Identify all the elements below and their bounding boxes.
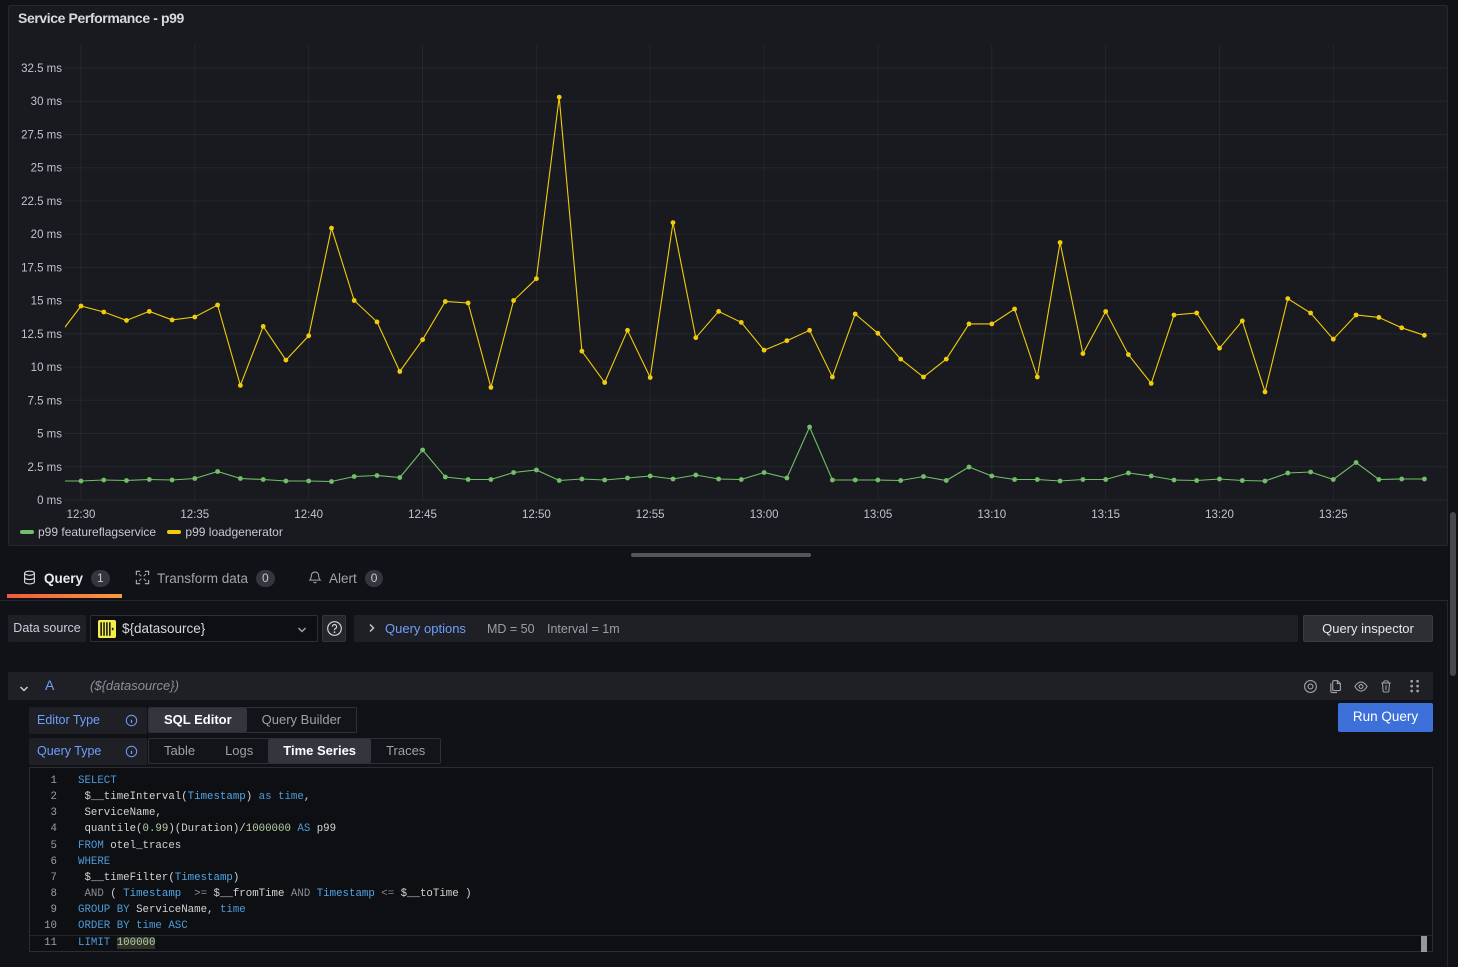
svg-text:12:40: 12:40 — [294, 509, 323, 521]
svg-text:25 ms: 25 ms — [31, 163, 63, 175]
svg-text:20 ms: 20 ms — [31, 229, 63, 241]
svg-text:30 ms: 30 ms — [31, 96, 63, 108]
svg-text:2.5 ms: 2.5 ms — [27, 462, 62, 474]
svg-text:17.5 ms: 17.5 ms — [21, 262, 62, 274]
svg-text:12:45: 12:45 — [408, 509, 437, 521]
svg-text:0 ms: 0 ms — [37, 495, 62, 507]
svg-text:5 ms: 5 ms — [37, 429, 62, 441]
svg-text:13:25: 13:25 — [1319, 509, 1348, 521]
svg-text:7.5 ms: 7.5 ms — [27, 395, 62, 407]
svg-text:13:05: 13:05 — [864, 509, 893, 521]
svg-text:10 ms: 10 ms — [31, 362, 63, 374]
svg-text:12:30: 12:30 — [67, 509, 96, 521]
svg-text:13:15: 13:15 — [1091, 509, 1120, 521]
svg-text:13:20: 13:20 — [1205, 509, 1234, 521]
svg-text:32.5 ms: 32.5 ms — [21, 63, 62, 75]
svg-text:27.5 ms: 27.5 ms — [21, 130, 62, 142]
svg-text:22.5 ms: 22.5 ms — [21, 196, 62, 208]
svg-text:12:55: 12:55 — [636, 509, 665, 521]
svg-text:13:00: 13:00 — [750, 509, 779, 521]
svg-text:12:50: 12:50 — [522, 509, 551, 521]
svg-text:12:35: 12:35 — [180, 509, 209, 521]
svg-text:12.5 ms: 12.5 ms — [21, 329, 62, 341]
svg-text:15 ms: 15 ms — [31, 296, 63, 308]
svg-text:13:10: 13:10 — [977, 509, 1006, 521]
